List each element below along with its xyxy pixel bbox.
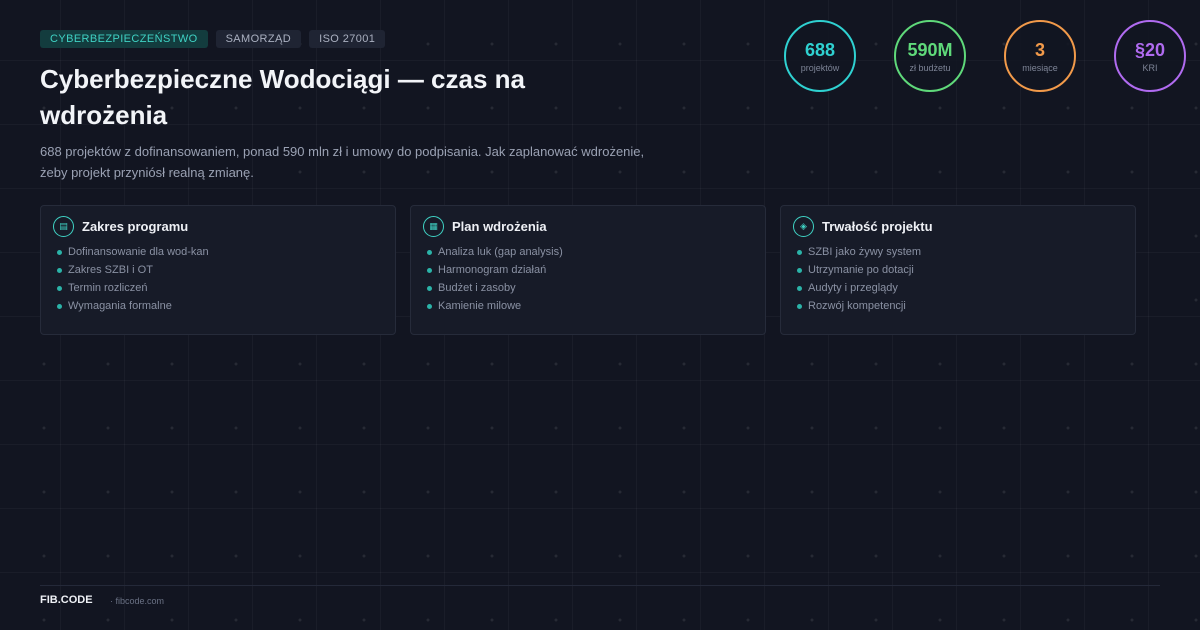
stat-label: projektów [800,62,840,73]
list-item: Utrzymanie po dotacji [797,261,1123,279]
stat-budget: 590M zł budżetu [894,20,966,92]
stat-value: 3 [1034,39,1045,60]
stat-value: 590M [907,39,953,60]
card-title: Trwałość projektu [822,219,933,234]
bullet-icon [797,267,802,273]
stat-months: 3 miesiące [1004,20,1076,92]
footer-divider [40,585,1160,586]
card-title: Zakres programu [82,219,189,234]
bullet-icon [57,267,62,273]
list-item: Zakres SZBI i OT [57,261,383,279]
document-icon: ▤ [53,216,74,237]
bullet-icon [797,249,802,255]
list-item: Termin rozliczeń [57,279,383,297]
bullet-icon [57,303,62,309]
list-item: Rozwój kompetencji [797,297,1123,315]
stat-value: §20 [1134,39,1166,60]
list-item: Harmonogram działań [427,261,753,279]
card-project-durability: ◈ Trwałość projektu SZBI jako żywy syste… [780,205,1136,335]
card-program-scope: ▤ Zakres programu Dofinansowanie dla wod… [40,205,396,335]
bullet-icon [427,249,432,255]
tag-cybersecurity: CYBERBEZPIECZEŃSTWO [40,30,208,48]
bullet-icon [427,303,432,309]
stat-label: miesiące [1022,62,1058,73]
bullet-icon [57,285,62,291]
bullet-icon [427,285,432,291]
tag-iso: ISO 27001 [309,30,386,48]
footer-domain: · fibcode.com [110,596,165,606]
bullet-icon [797,285,802,291]
stat-value: 688 [804,39,836,60]
shield-icon: ◈ [793,216,814,237]
tag-local-government: SAMORZĄD [215,30,302,48]
bullet-icon [797,303,802,309]
brand-logo: FIB.CODE [40,594,93,606]
bullet-icon [57,249,62,255]
list-item: Dofinansowanie dla wod-kan [57,243,383,261]
card-title: Plan wdrożenia [452,219,547,234]
bullet-icon [427,267,432,273]
list-item: Budżet i zasoby [427,279,753,297]
calendar-icon: ▦ [423,216,444,237]
stat-kri: §20 KRI [1114,20,1186,92]
list-item: Analiza luk (gap analysis) [427,243,753,261]
page-subtitle: 688 projektów z dofinansowaniem, ponad 5… [40,144,645,180]
page-title: Cyberbezpieczne Wodociągi — czas na wdro… [40,64,525,130]
stat-label: zł budżetu [909,62,951,73]
card-implementation-plan: ▦ Plan wdrożenia Analiza luk (gap analys… [410,205,766,335]
list-item: Audyty i przeglądy [797,279,1123,297]
list-item: SZBI jako żywy system [797,243,1123,261]
list-item: Wymagania formalne [57,297,383,315]
stat-label: KRI [1142,62,1158,73]
stat-projects: 688 projektów [784,20,856,92]
tag-list: CYBERBEZPIECZEŃSTWO SAMORZĄD ISO 27001 [40,30,386,48]
list-item: Kamienie milowe [427,297,753,315]
